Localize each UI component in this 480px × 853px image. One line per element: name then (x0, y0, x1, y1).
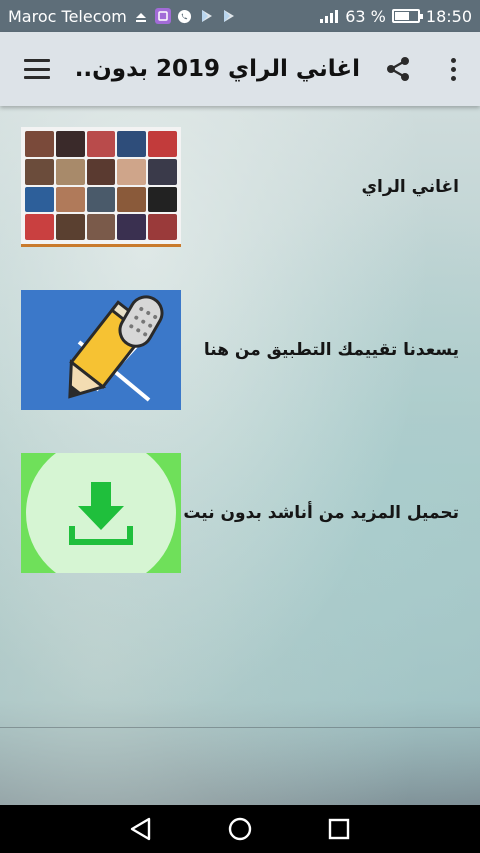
menu-icon (24, 59, 50, 79)
carrier-name: Maroc Telecom (8, 6, 127, 26)
list-item[interactable]: تحميل المزيد من أناشد بدون نيت (21, 453, 461, 573)
signal-icon (319, 8, 339, 24)
home-icon (228, 817, 252, 841)
clock: 18:50 (425, 6, 472, 26)
back-icon (131, 817, 151, 841)
content-area: اغاني الراي يسعدنا تقييمك التطبيق من هنا… (0, 106, 480, 805)
battery-percent: 63 % (345, 6, 386, 26)
app-notification-icon (154, 8, 171, 24)
more-vert-icon (450, 57, 456, 81)
home-button[interactable] (220, 809, 260, 849)
share-icon (387, 57, 409, 81)
page-title: اغاني الراي 2019 بدون... (74, 56, 360, 82)
navigation-bar (0, 805, 480, 853)
menu-button[interactable] (0, 32, 74, 106)
list-item-label: يسعدنا تقييمك التطبيق من هنا (203, 340, 459, 360)
back-button[interactable] (121, 809, 161, 849)
singers-collage-thumbnail (21, 127, 181, 247)
list-item-label: اغاني الراي (361, 177, 459, 197)
recents-button[interactable] (319, 809, 359, 849)
play-store-icon (221, 8, 237, 24)
download-icon (69, 482, 133, 545)
pencil-microphone-icon (21, 290, 181, 410)
battery-icon (391, 9, 423, 23)
list-item[interactable]: اغاني الراي (21, 127, 461, 247)
whatsapp-icon (177, 8, 193, 24)
status-bar: Maroc Telecom 63 % 18:50 (0, 0, 480, 32)
app-bar: اغاني الراي 2019 بدون... (0, 32, 480, 106)
divider (0, 727, 480, 728)
more-options-button[interactable] (426, 32, 480, 106)
play-store-icon (199, 8, 215, 24)
download-thumbnail (21, 453, 181, 573)
upload-icon (133, 8, 149, 24)
list-item-label: تحميل المزيد من أناشد بدون نيت (183, 503, 459, 523)
list-item[interactable]: يسعدنا تقييمك التطبيق من هنا (21, 290, 461, 410)
recents-icon (328, 818, 349, 840)
share-button[interactable] (370, 32, 426, 106)
